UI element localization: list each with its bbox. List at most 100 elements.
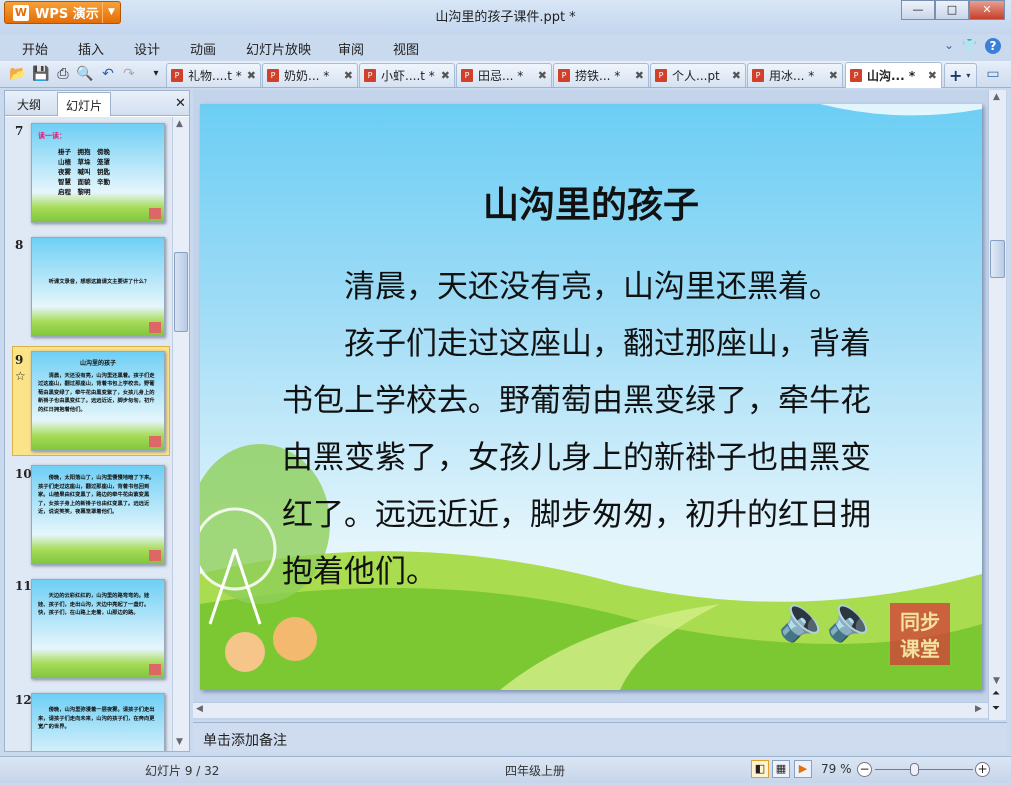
doc-tab[interactable]: P 用冰... * ✖ — [747, 63, 843, 87]
slide-thumbnail-12[interactable]: 傍晚，山沟里弥漫着一层夜雾。请孩子们走出来，请孩子们走向未来，山沟的孩子们，在奔… — [31, 693, 165, 751]
thumb-text: 傍晚，山沟里弥漫着一层夜雾。请孩子们走出来，请孩子们走向未来，山沟的孩子们，在奔… — [38, 707, 155, 730]
close-tab-icon[interactable]: ✖ — [441, 69, 450, 82]
minimize-button[interactable]: — — [901, 0, 935, 20]
slide-thumbnail-8[interactable]: 听课文录音，想想这篇课文主要讲了什么？ — [31, 237, 165, 337]
normal-view-button[interactable]: ◧ — [751, 760, 769, 778]
close-tab-icon[interactable]: ✖ — [635, 69, 644, 82]
menu-insert[interactable]: 插入 — [78, 39, 104, 58]
vertical-scrollbar[interactable]: ▲ ▼ ⏶ ⏷ — [988, 90, 1006, 720]
thumbnail-list: 7 读一读： 褂子 拥抱 傍晚 山楂 草垛 笼罩 夜雾 喊叫 钥匙 智慧 面貌 辛… — [5, 117, 172, 751]
ppt-file-icon: P — [655, 69, 667, 82]
close-tab-icon[interactable]: ✖ — [344, 69, 353, 82]
doc-tab[interactable]: P 小虾....t * ✖ — [359, 63, 455, 87]
slide-sorter-view-button[interactable]: ▦ — [772, 760, 790, 778]
ppt-file-icon: P — [850, 69, 862, 82]
skin-shirt-icon[interactable]: 👕 — [962, 38, 977, 54]
zoom-slider-track[interactable] — [875, 769, 973, 770]
slide-canvas[interactable]: 同步 课堂 山沟里的孩子 清晨，天还没有亮，山沟里还黑着。 孩子们走过这座山，翻… — [200, 104, 982, 690]
close-tab-icon[interactable]: ✖ — [732, 69, 741, 82]
window-title: 山沟里的孩子课件.ppt * — [435, 10, 576, 25]
slide-body-text[interactable]: 清晨，天还没有亮，山沟里还黑着。 孩子们走过这座山，翻过那座山，背着书包上学校去… — [282, 259, 894, 601]
menu-design[interactable]: 设计 — [134, 39, 160, 58]
close-tab-icon[interactable]: ✖ — [247, 69, 256, 82]
doc-tab[interactable]: P 奶奶... * ✖ — [262, 63, 358, 87]
doc-tab-label: 捞铁... * — [575, 69, 621, 83]
notes-placeholder[interactable]: 单击添加备注 — [203, 730, 287, 750]
zoom-out-button[interactable]: − — [857, 762, 872, 777]
menu-animation[interactable]: 动画 — [190, 39, 216, 58]
slide-thumbnail-7[interactable]: 读一读： 褂子 拥抱 傍晚 山楂 草垛 笼罩 夜雾 喊叫 钥匙 智慧 面貌 辛勤 … — [31, 123, 165, 223]
window-layout-icon[interactable]: ▭ — [984, 65, 1002, 83]
scroll-left-icon[interactable]: ◀ — [196, 704, 203, 714]
paragraph: 孩子们走过这座山，翻过那座山，背着书包上学校去。野葡萄由黑变绿了，牵牛花由黑变紫… — [282, 326, 871, 590]
notes-pane[interactable]: 单击添加备注 — [193, 722, 1007, 753]
tab-outline[interactable]: 大纲 — [17, 96, 41, 113]
menu-view[interactable]: 视图 — [393, 39, 419, 58]
scroll-up-icon[interactable]: ▲ — [176, 119, 183, 129]
slide-thumbnail-9[interactable]: 山沟里的孩子 清晨，天还没有亮，山沟里还黑着。孩子们走过这座山，翻过那座山，背着书… — [31, 351, 165, 451]
thumbnail-scrollbar[interactable]: ▲ ▼ — [172, 117, 189, 751]
scroll-right-icon[interactable]: ▶ — [975, 704, 982, 714]
svg-text:同步: 同步 — [900, 610, 940, 634]
doc-tab-active[interactable]: P 山沟... * ✖ — [845, 62, 942, 88]
print-preview-icon[interactable]: 🔍 — [76, 65, 94, 83]
sound-speaker-icon[interactable]: 🔈 — [826, 592, 881, 644]
animation-star-icon: ☆ — [15, 369, 26, 383]
wps-app-menu-button[interactable]: W WPS 演示 ▼ — [4, 1, 121, 24]
horizontal-scrollbar[interactable]: ◀ ▶ — [193, 702, 988, 718]
scroll-down-icon[interactable]: ▼ — [993, 676, 1000, 686]
paragraph: 清晨，天还没有亮，山沟里还黑着。 — [344, 269, 840, 305]
slide-title[interactable]: 山沟里的孩子 — [200, 176, 982, 228]
title-bar: W WPS 演示 ▼ 山沟里的孩子课件.ppt * — □ ✕ — [0, 0, 1011, 34]
open-folder-icon[interactable]: 📂 — [9, 65, 27, 83]
menu-slideshow[interactable]: 幻灯片放映 — [246, 39, 311, 58]
doc-tab-label: 奶奶... * — [284, 69, 330, 83]
slide-number: 11 — [15, 579, 32, 593]
scrollbar-thumb[interactable] — [174, 252, 188, 332]
toolbar-tab-bar: 📂 💾 ⎙ 🔍 ↶ ↷ ▾ P 礼物....t * ✖ P 奶奶... * ✖ P 小虾.… — [0, 61, 1011, 88]
undo-icon[interactable]: ↶ — [99, 65, 117, 83]
close-tab-icon[interactable]: ✖ — [829, 69, 838, 82]
doc-tab[interactable]: P 个人...pt ✖ — [650, 63, 746, 87]
doc-tab-label: 山沟... * — [867, 69, 916, 83]
doc-tab[interactable]: P 礼物....t * ✖ — [166, 63, 261, 87]
close-tab-icon[interactable]: ✖ — [538, 69, 547, 82]
save-icon[interactable]: 💾 — [32, 65, 50, 83]
thumb-text: 褂子 拥抱 傍晚 山楂 草垛 笼罩 夜雾 喊叫 钥匙 智慧 面貌 辛勤 启程 黎… — [58, 147, 110, 196]
maximize-button[interactable]: □ — [935, 0, 969, 20]
print-icon[interactable]: ⎙ — [54, 65, 72, 83]
doc-tab[interactable]: P 田忌... * ✖ — [456, 63, 552, 87]
zoom-slider-thumb[interactable] — [909, 763, 919, 776]
close-pane-icon[interactable]: ✕ — [175, 96, 186, 111]
zoom-in-button[interactable]: + — [975, 762, 990, 777]
close-tab-icon[interactable]: ✖ — [928, 69, 937, 82]
thumb-heading: 读一读： — [38, 132, 66, 140]
doc-tab[interactable]: P 捞铁... * ✖ — [553, 63, 649, 87]
next-slide-icon[interactable]: ⏷ — [992, 703, 1000, 714]
sound-speaker-icon[interactable]: 🔈 — [778, 592, 833, 644]
stamp-icon — [149, 208, 161, 219]
doc-tab-label: 用冰... * — [769, 69, 815, 83]
new-tab-button[interactable]: + ▾ — [944, 63, 977, 87]
scroll-down-icon[interactable]: ▼ — [176, 737, 183, 747]
previous-slide-icon[interactable]: ⏶ — [992, 688, 1000, 699]
menu-bar: 开始 插入 设计 动画 幻灯片放映 审阅 视图 — [0, 34, 1011, 60]
menu-review[interactable]: 审阅 — [338, 39, 364, 58]
slideshow-button[interactable]: ▶ — [794, 760, 812, 778]
collapse-ribbon-icon[interactable]: ⌄ — [944, 38, 954, 54]
chevron-down-icon[interactable]: ▼ — [102, 2, 120, 23]
menu-home[interactable]: 开始 — [22, 39, 48, 58]
slide-thumbnail-10[interactable]: 傍晚，太阳落山了，山沟里慢慢地暗了下来。孩子们走过这座山，翻过那座山，背着书包回… — [31, 465, 165, 565]
redo-icon[interactable]: ↷ — [120, 65, 138, 83]
slide-thumbnail-11[interactable]: 天边的云彩红红的，山沟里的路弯弯的。娃娃、孩子们，走出山沟，天边中亮起了一盏灯。… — [31, 579, 165, 679]
customize-toolbar-icon[interactable]: ▾ — [147, 65, 165, 83]
scroll-up-icon[interactable]: ▲ — [993, 92, 1000, 102]
ppt-file-icon: P — [461, 69, 473, 82]
help-icon[interactable]: ? — [985, 38, 1001, 54]
close-button[interactable]: ✕ — [969, 0, 1005, 20]
slide-number: 12 — [15, 693, 32, 707]
tab-slides[interactable]: 幻灯片 — [57, 92, 112, 116]
stamp-icon — [149, 322, 161, 333]
slide-editor: 同步 课堂 山沟里的孩子 清晨，天还没有亮，山沟里还黑着。 孩子们走过这座山，翻… — [193, 90, 1007, 720]
scrollbar-thumb[interactable] — [990, 240, 1005, 278]
